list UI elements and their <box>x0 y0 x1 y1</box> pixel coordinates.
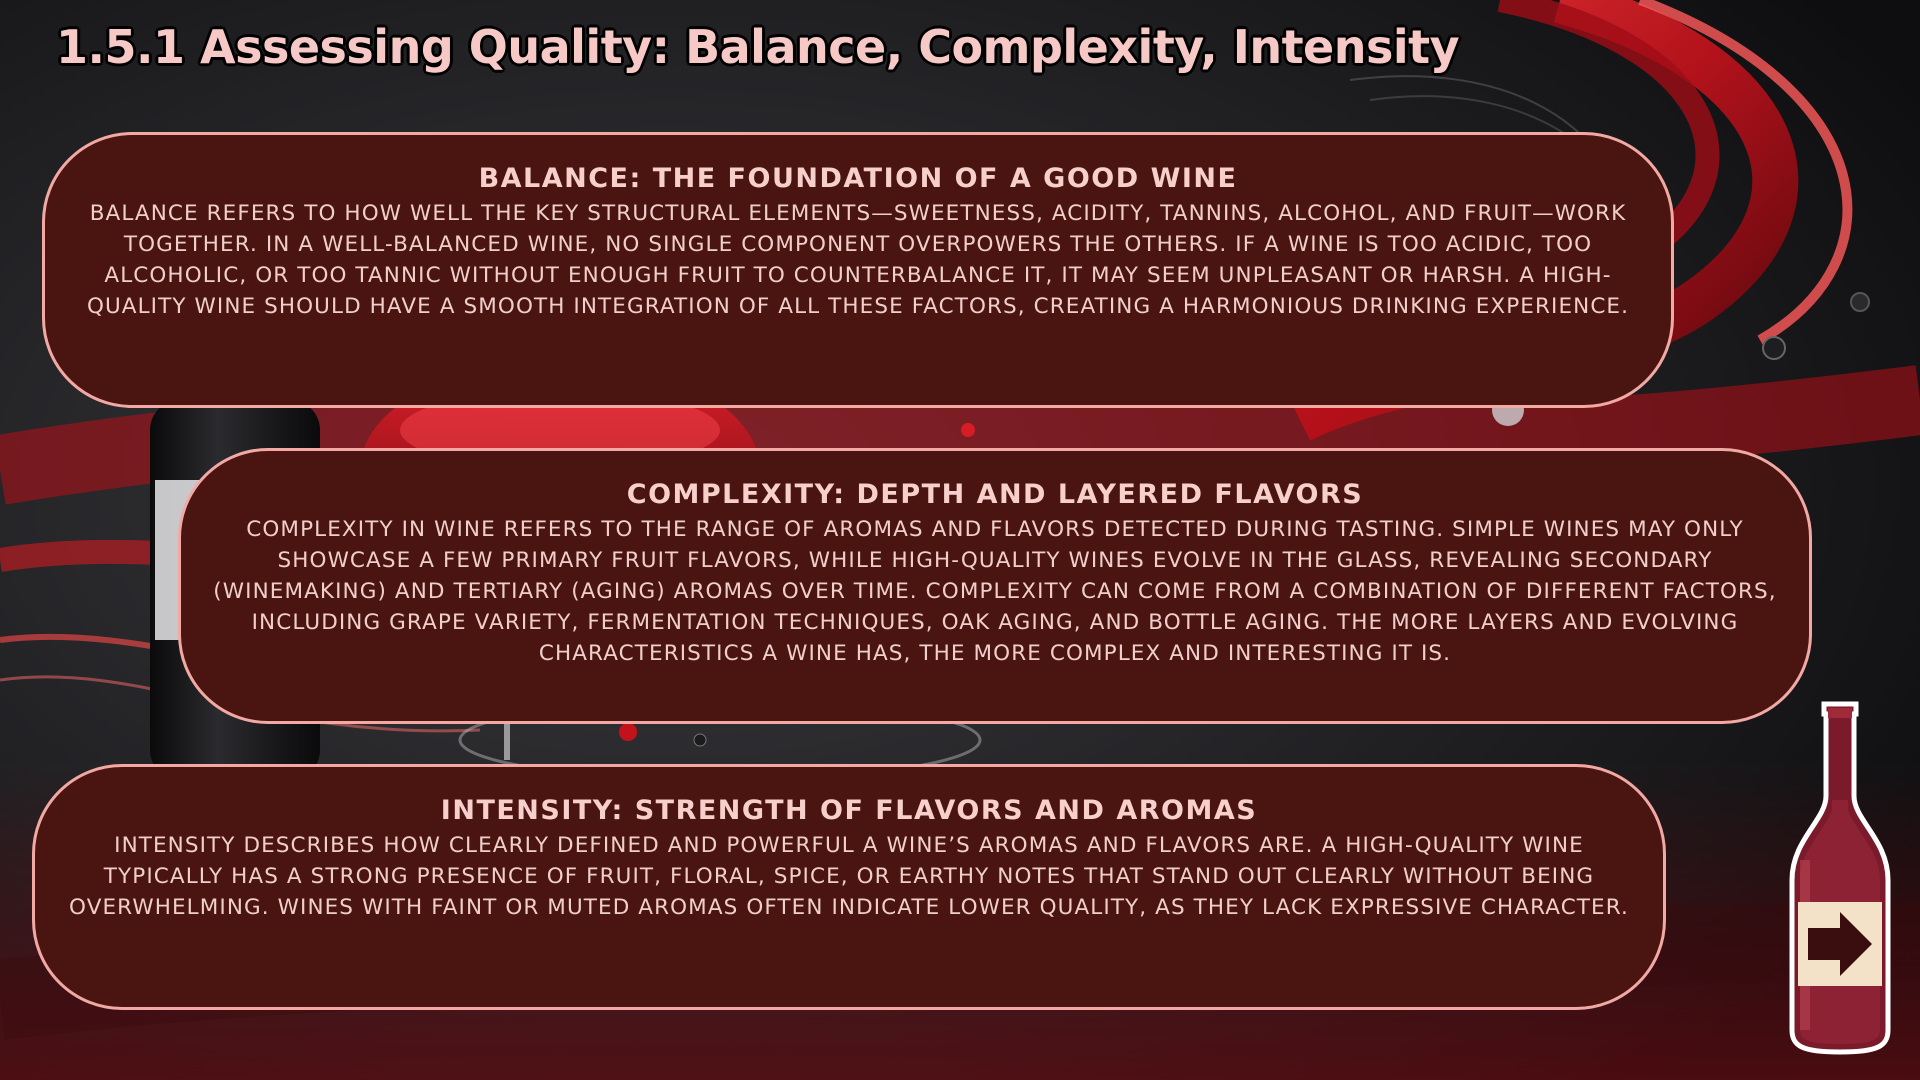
slide-title: 1.5.1 Assessing Quality: Balance, Comple… <box>56 20 1460 74</box>
balance-heading: BALANCE: THE FOUNDATION OF A GOOD WINE <box>478 163 1238 194</box>
complexity-body: Complexity in wine refers to the range o… <box>213 517 1777 666</box>
complexity-card: COMPLEXITY: DEPTH AND LAYERED FLAVORS Co… <box>178 448 1812 724</box>
intensity-heading: INTENSITY: STRENGTH OF FLAVORS AND AROMA… <box>440 795 1258 826</box>
intensity-card: INTENSITY: STRENGTH OF FLAVORS AND AROMA… <box>32 764 1666 1010</box>
intensity-body: Intensity describes how clearly defined … <box>69 833 1629 920</box>
balance-body: Balance refers to how well the key struc… <box>86 201 1630 319</box>
next-slide-button[interactable] <box>1788 700 1892 1056</box>
complexity-heading: COMPLEXITY: DEPTH AND LAYERED FLAVORS <box>626 479 1364 510</box>
wine-bottle-icon <box>1789 701 1891 1055</box>
balance-card: BALANCE: THE FOUNDATION OF A GOOD WINE B… <box>42 132 1674 408</box>
